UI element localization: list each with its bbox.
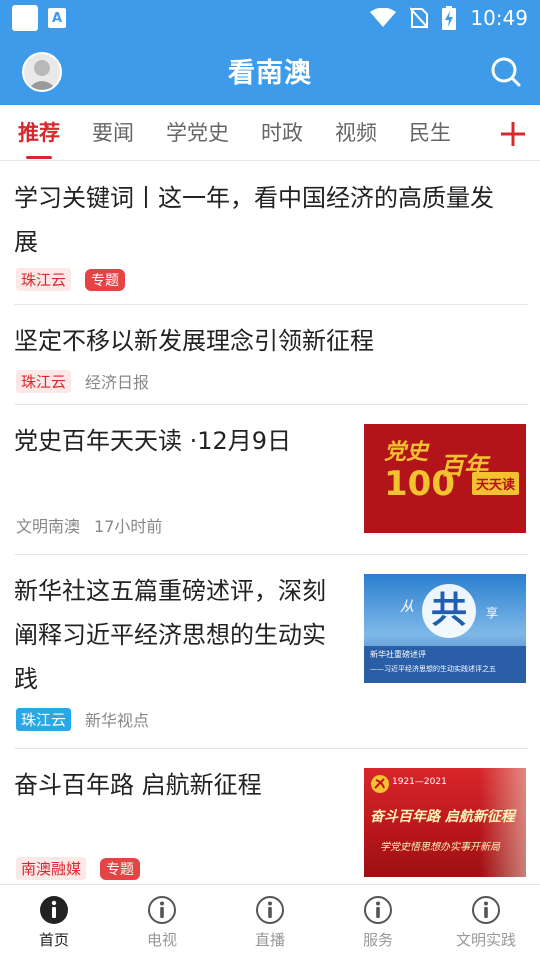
article-title: 新华社这五篇重磅述评，深刻阐释习近平经济思想的生动实践 (14, 577, 326, 693)
article-meta: 南澳融媒 专题 (16, 857, 141, 880)
source-tag: 南澳融媒 (16, 857, 87, 880)
source-tag: 珠江云 (16, 268, 72, 291)
article-thumbnail: 党史 100 百年 天天读 (364, 424, 526, 533)
article-title: 奋斗百年路 启航新征程 (14, 771, 262, 799)
nav-label: 首页 (38, 931, 69, 949)
app-header: 看南澳 (0, 36, 540, 105)
nav-home[interactable]: 首页 (0, 885, 108, 960)
tab-video[interactable]: 视频 (335, 105, 377, 161)
info-icon (472, 896, 500, 924)
thumb-caption: 新华社重磅述评 (370, 650, 426, 659)
publisher-label: 新华视点 (85, 711, 150, 730)
nav-label: 电视 (146, 931, 177, 949)
article-title: 坚定不移以新发展理念引领新征程 (14, 327, 374, 355)
thumb-big-char: 共 (422, 584, 476, 638)
thumb-text: 从 (400, 599, 414, 615)
no-sim-icon (410, 7, 429, 29)
article-meta: 珠江云 专题 (16, 268, 126, 291)
source-label: 文明南澳 (16, 517, 81, 536)
thumb-text: 党史 (384, 439, 429, 465)
article-title: 党史百年天天读 ·12月9日 (14, 427, 292, 455)
topic-badge: 专题 (100, 857, 141, 880)
nav-civilization-practice[interactable]: 文明实践 (432, 885, 540, 960)
party-emblem-icon (371, 775, 389, 793)
nav-label: 直播 (254, 931, 285, 949)
channel-tabs: 推荐 要闻 学党史 时政 视频 民生 (0, 105, 540, 161)
bottom-navigation: 首页 电视 直播 服务 文明实践 (0, 884, 540, 960)
add-channel-button[interactable] (500, 108, 526, 158)
notification-icon (12, 5, 38, 31)
plus-icon (501, 122, 525, 146)
publisher-label: 经济日报 (85, 373, 150, 392)
thumb-text: 享 (486, 606, 499, 620)
tab-politics[interactable]: 时政 (261, 105, 303, 161)
source-tag: 珠江云 (16, 707, 72, 731)
tab-livelihood[interactable]: 民生 (409, 105, 451, 161)
thumb-subtitle: 学党史悟思想办实事开新局 (380, 842, 500, 853)
info-icon (148, 896, 176, 924)
list-item[interactable]: 奋斗百年路 启航新征程 南澳融媒 专题 1921—2021 奋斗百年路 启航新征… (14, 749, 528, 884)
tab-headlines[interactable]: 要闻 (92, 105, 134, 161)
topic-badge: 专题 (85, 268, 126, 291)
tab-recommend[interactable]: 推荐 (18, 105, 60, 161)
status-bar: A 10:49 (0, 0, 540, 36)
list-item[interactable]: 学习关键词丨这一年，看中国经济的高质量发展 珠江云 专题 (14, 162, 528, 305)
user-avatar-icon (27, 60, 57, 90)
nav-live[interactable]: 直播 (216, 885, 324, 960)
info-icon (256, 896, 284, 924)
article-meta: 珠江云 经济日报 (16, 369, 149, 393)
article-thumbnail: 从 共 享 新华社重磅述评 ——习近平经济思想的生动实践述评之五 (364, 574, 526, 683)
info-icon (364, 896, 392, 924)
tab-party-history[interactable]: 学党史 (166, 105, 229, 161)
list-item[interactable]: 新华社这五篇重磅述评，深刻阐释习近平经济思想的生动实践 珠江云 新华视点 从 共… (14, 555, 528, 749)
nav-services[interactable]: 服务 (324, 885, 432, 960)
info-icon (40, 896, 68, 924)
list-item[interactable]: 党史百年天天读 ·12月9日 文明南澳 17小时前 党史 100 百年 天天读 (14, 405, 528, 555)
app-notification-icon: A (48, 8, 66, 28)
search-icon[interactable] (490, 56, 522, 88)
page-title: 看南澳 (228, 58, 312, 89)
list-item[interactable]: 坚定不移以新发展理念引领新征程 珠江云 经济日报 (14, 305, 528, 405)
thumb-badge: 天天读 (472, 472, 520, 495)
article-meta: 珠江云 新华视点 (16, 707, 149, 731)
nav-label: 文明实践 (455, 931, 516, 949)
app-screen: A 10:49 看南澳 推荐 要闻 学党史 时政 视频 民生 学习关键词丨这一年… (0, 0, 540, 960)
thumb-years: 1921—2021 (392, 777, 447, 787)
nav-tv[interactable]: 电视 (108, 885, 216, 960)
article-thumbnail: 1921—2021 奋斗百年路 启航新征程 学党史悟思想办实事开新局 (364, 768, 526, 877)
battery-charging-icon (442, 6, 457, 30)
wifi-icon (370, 8, 397, 27)
thumb-slogan: 奋斗百年路 启航新征程 (370, 809, 515, 825)
thumb-caption: ——习近平经济思想的生动实践述评之五 (370, 665, 496, 673)
article-meta: 文明南澳 17小时前 (16, 513, 162, 537)
clock: 10:49 (470, 6, 528, 30)
article-title: 学习关键词丨这一年，看中国经济的高质量发展 (14, 184, 494, 256)
source-tag: 珠江云 (16, 369, 72, 393)
publish-time: 17小时前 (94, 517, 163, 536)
nav-label: 服务 (362, 931, 393, 949)
avatar[interactable] (22, 52, 62, 92)
